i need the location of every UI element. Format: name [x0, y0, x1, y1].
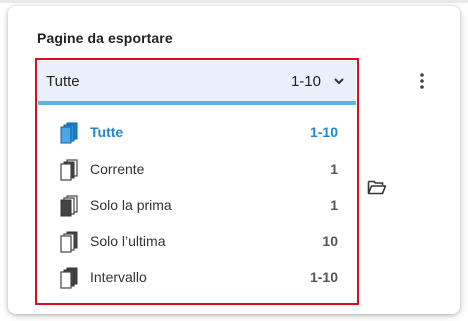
highlight-frame	[35, 58, 359, 305]
folder-open-icon[interactable]	[367, 179, 387, 195]
more-vert-icon[interactable]	[413, 71, 431, 91]
section-title: Pagine da esportare	[37, 30, 173, 46]
top-strip	[0, 0, 468, 3]
